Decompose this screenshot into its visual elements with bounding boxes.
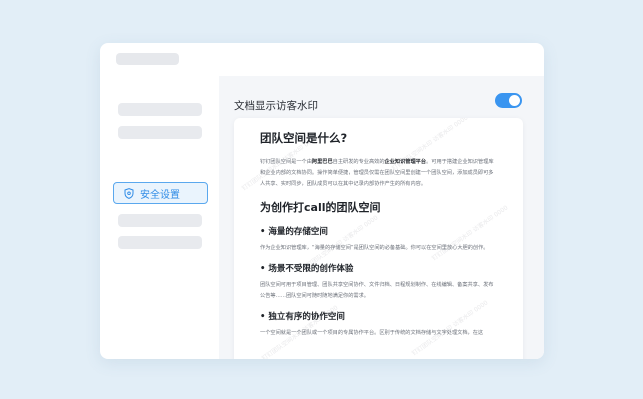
- title-placeholder: [116, 53, 179, 65]
- watermark-setting-label: 文档显示访客水印: [234, 100, 318, 112]
- sidebar-item-security[interactable]: 安全设置: [113, 182, 208, 204]
- feature-title: • 场景不受限的创作体验: [260, 264, 354, 274]
- sidebar-item-placeholder[interactable]: [118, 126, 202, 139]
- sidebar-item-label: 安全设置: [140, 189, 180, 201]
- feature-title: • 独立有序的协作空间: [260, 312, 345, 322]
- sidebar-item-placeholder[interactable]: [118, 103, 202, 116]
- sidebar-item-placeholder[interactable]: [118, 236, 202, 249]
- shield-icon: [124, 184, 134, 203]
- feature-desc: 作为企业知识管理库，“海量的存储空间”是团队空间的必备基础。你可以在空间里放心大…: [260, 245, 489, 251]
- sidebar-item-placeholder[interactable]: [118, 214, 202, 227]
- feature-desc: 一个空间就是一个团队或一个项目的专属协作平台。区别于传统的文档存储与文字处理文档…: [260, 330, 484, 336]
- watermark-toggle[interactable]: [495, 93, 522, 108]
- app-window: 安全设置 文档显示访客水印 钉钉团队空间水印 访客水印 0000 钉钉团队空间水…: [100, 43, 544, 359]
- feature-desc: 团队空间可用于项目管理、团队共享空间协作、文件归档、日程规划制作、在线编辑、备案…: [260, 282, 494, 299]
- sidebar: 安全设置: [100, 76, 219, 359]
- document-content: 团队空间是什么? 钉钉团队空间是一个由阿里巴巴自主研发的专业高效的企业知识管理平…: [260, 130, 495, 339]
- section-title: 为创作打call的团队空间: [260, 201, 381, 214]
- feature-title: • 海量的存储空间: [260, 227, 328, 237]
- document-title: 团队空间是什么?: [260, 131, 348, 145]
- toggle-knob: [509, 95, 520, 106]
- settings-panel: 文档显示访客水印 钉钉团队空间水印 访客水印 0000 钉钉团队空间水印 访客水…: [219, 76, 544, 359]
- document-preview: 钉钉团队空间水印 访客水印 0000 钉钉团队空间水印 访客水印 0000 钉钉…: [234, 118, 523, 359]
- document-intro: 钉钉团队空间是一个由阿里巴巴自主研发的专业高效的企业知识管理平台。可用于搭建企业…: [260, 159, 494, 187]
